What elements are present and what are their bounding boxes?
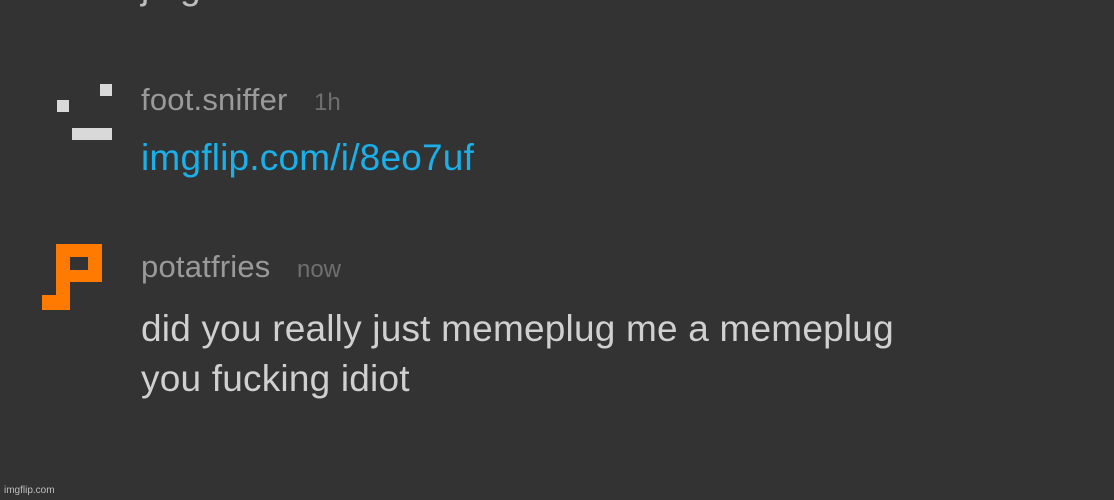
username[interactable]: potatfries <box>141 249 271 284</box>
pixel-face-icon <box>57 84 112 140</box>
comment-foot-sniffer: foot.sniffer 1h imgflip.com/i/8eo7uf <box>0 0 1114 210</box>
comment-body: imgflip.com/i/8eo7uf <box>141 133 474 183</box>
user-avatar[interactable] <box>42 244 122 324</box>
username[interactable]: foot.sniffer <box>141 82 288 117</box>
timestamp: 1h <box>314 89 341 116</box>
comment-meta: potatfries now <box>141 249 341 285</box>
timestamp: now <box>296 256 341 283</box>
comment-potatfries: potatfries now did you really just memep… <box>0 210 1114 430</box>
comment-body: did you really just memeplug me a memepl… <box>141 304 894 404</box>
comment-text-line: did you really just memeplug me a memepl… <box>141 308 894 349</box>
imgflip-link[interactable]: imgflip.com/i/8eo7uf <box>141 137 474 178</box>
user-avatar[interactable] <box>55 84 135 164</box>
pixel-p-icon <box>42 244 102 310</box>
watermark: imgflip.com <box>4 485 55 496</box>
comment-meta: foot.sniffer 1h <box>141 82 341 118</box>
comment-text-line: you fucking idiot <box>141 358 410 399</box>
